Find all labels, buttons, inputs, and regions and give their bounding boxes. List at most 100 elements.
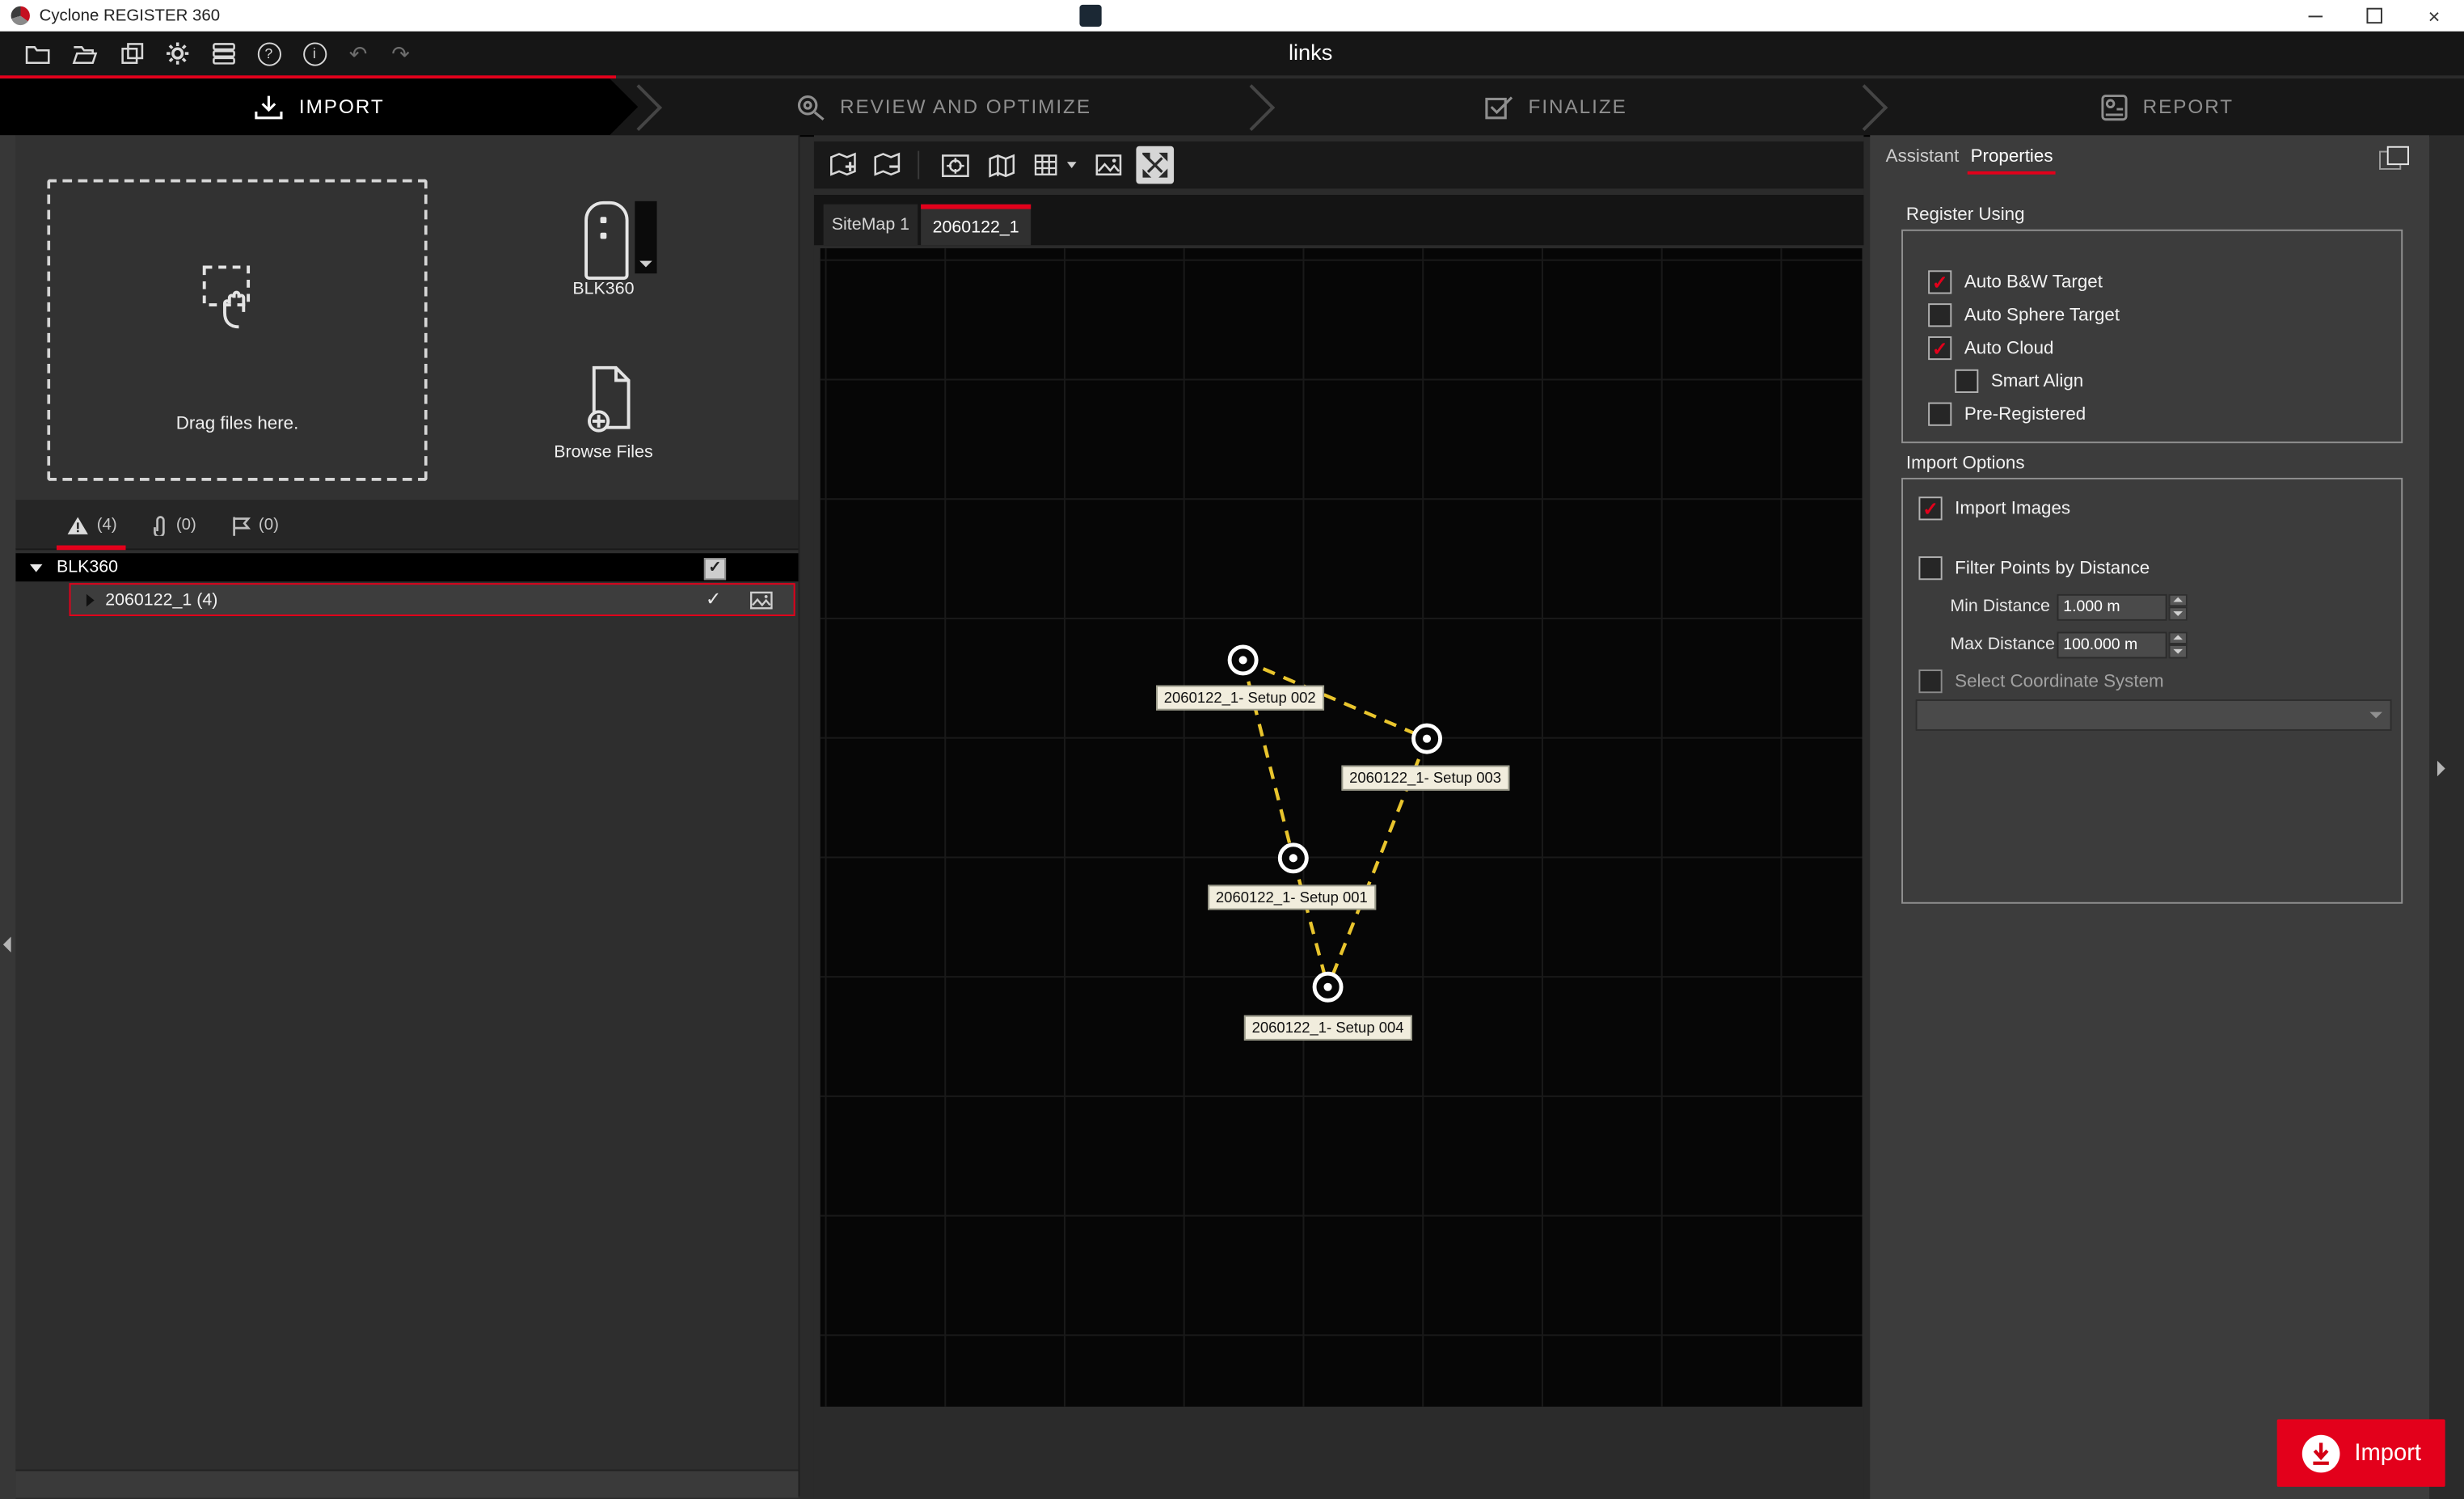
max-distance-stepper[interactable]: [2169, 631, 2188, 657]
drop-zone[interactable]: Drag files here.: [47, 179, 427, 481]
import-source-panel: Drag files here. BLK360 Browse Files (4)…: [15, 135, 800, 1496]
import-button[interactable]: Import: [2277, 1419, 2445, 1487]
checkbox-checked[interactable]: ✓: [1928, 270, 1951, 293]
workflow-step-review[interactable]: REVIEW AND OPTIMIZE: [644, 78, 1242, 135]
workflow-step-import[interactable]: IMPORT: [0, 78, 638, 135]
left-collapse-gutter[interactable]: [0, 135, 15, 1499]
checkbox-unchecked[interactable]: [1928, 403, 1951, 426]
target-view-button[interactable]: [937, 146, 975, 184]
project-title: links: [1255, 40, 1365, 65]
tab-warnings[interactable]: (4): [50, 500, 132, 550]
coordinate-system-dropdown[interactable]: [1916, 699, 2392, 731]
tree-item-label: 2060122_1 (4): [105, 590, 217, 609]
tab-assistant[interactable]: Assistant: [1886, 148, 1960, 167]
tab-2060122-1[interactable]: 2060122_1: [921, 205, 1031, 246]
checkbox-unchecked[interactable]: [1928, 303, 1951, 327]
sitemap-tab-bar: SiteMap 1 2060122_1: [814, 195, 1864, 245]
checkbox-unchecked[interactable]: [1955, 369, 1978, 393]
min-distance-input[interactable]: [2057, 593, 2167, 620]
duplicate-button[interactable]: [116, 40, 148, 68]
device-selector-dropdown[interactable]: [635, 201, 656, 273]
setup-label[interactable]: 2060122_1- Setup 004: [1244, 1016, 1411, 1041]
setup-label[interactable]: 2060122_1- Setup 003: [1341, 766, 1508, 791]
tab-attachments[interactable]: (0): [132, 500, 213, 550]
minimize-button[interactable]: [2285, 0, 2344, 32]
tab-flags[interactable]: (0): [213, 500, 295, 550]
blk360-device-icon[interactable]: [584, 201, 628, 280]
map-icon: [988, 154, 1015, 177]
save-project-button[interactable]: [70, 40, 101, 68]
map-view-button[interactable]: [982, 146, 1020, 184]
workflow-step-report[interactable]: REPORT: [1870, 78, 2464, 135]
image-icon: [1095, 154, 1121, 176]
review-icon: [795, 93, 826, 121]
expand-right-icon: [2437, 761, 2445, 776]
tree-root-checkbox[interactable]: ✓: [704, 558, 726, 580]
checkbox-checked[interactable]: ✓: [1918, 496, 1942, 520]
min-distance-stepper[interactable]: [2169, 593, 2188, 620]
checkbox-unchecked[interactable]: [1918, 556, 1942, 580]
about-button[interactable]: i: [298, 40, 330, 68]
check-icon: ✓: [708, 561, 721, 576]
properties-panel: Assistant Properties Register Using ✓ Au…: [1870, 135, 2429, 1499]
grid-options-caret-icon[interactable]: [1067, 162, 1077, 168]
option-auto-sphere-target[interactable]: Auto Sphere Target: [1903, 298, 2401, 331]
stepper-up-button[interactable]: [2169, 593, 2188, 607]
tree-item-row-selected[interactable]: 2060122_1 (4) ✓: [70, 583, 795, 616]
panel-layout-button[interactable]: [2379, 146, 2407, 168]
sitemap-add-button[interactable]: [825, 146, 863, 184]
sitemap-canvas[interactable]: 2060122_1- Setup 002 2060122_1- Setup 00…: [821, 248, 1863, 1407]
minimize-icon: [2308, 15, 2322, 16]
tab-sitemap-1[interactable]: SiteMap 1: [824, 205, 918, 246]
right-collapse-gutter[interactable]: [2429, 135, 2464, 1499]
open-project-button[interactable]: [22, 40, 53, 68]
setup-003-marker: [1414, 725, 1441, 752]
setup-label[interactable]: 2060122_1- Setup 001: [1208, 885, 1375, 910]
warning-icon: [65, 515, 89, 535]
checkbox-unchecked[interactable]: [1918, 669, 1942, 693]
taskbar-center-icon: [1079, 5, 1101, 27]
app-logo-icon: [11, 6, 30, 25]
storage-button[interactable]: [208, 40, 239, 68]
checkbox-checked[interactable]: ✓: [1928, 336, 1951, 360]
show-links-toggle[interactable]: [1136, 146, 1174, 184]
tree-root-row[interactable]: BLK360 ✓: [15, 553, 798, 581]
max-distance-input[interactable]: [2057, 631, 2167, 657]
main-toolbar: ? i ↶ ↷ links: [0, 32, 2464, 75]
option-label: Import Images: [1955, 499, 2070, 517]
redo-button[interactable]: ↷: [385, 40, 416, 68]
grid-toggle-button[interactable]: [1027, 146, 1065, 184]
maximize-button[interactable]: [2344, 0, 2404, 32]
caret-right-icon[interactable]: [86, 593, 95, 606]
option-pre-registered[interactable]: Pre-Registered: [1903, 398, 2401, 431]
stepper-up-button[interactable]: [2169, 631, 2188, 644]
stepper-down-button[interactable]: [2169, 606, 2188, 620]
help-button[interactable]: ?: [253, 40, 285, 68]
layout-front-icon: [2387, 146, 2409, 165]
workflow-step-finalize[interactable]: FINALIZE: [1257, 78, 1854, 135]
option-smart-align[interactable]: Smart Align: [1903, 365, 2401, 398]
close-button[interactable]: ×: [2404, 0, 2464, 32]
drag-hand-icon: [201, 264, 276, 334]
file-plus-icon: [584, 365, 638, 434]
setup-label[interactable]: 2060122_1- Setup 002: [1156, 686, 1323, 711]
option-auto-cloud[interactable]: ✓ Auto Cloud: [1903, 331, 2401, 365]
option-label: Auto Sphere Target: [1964, 306, 2120, 324]
undo-button[interactable]: ↶: [343, 40, 374, 68]
sitemap-remove-button[interactable]: [869, 146, 907, 184]
folder-icon: [25, 42, 50, 64]
option-select-coordinate-system[interactable]: Select Coordinate System: [1903, 665, 2401, 698]
option-import-images[interactable]: ✓ Import Images: [1903, 492, 2401, 525]
browse-files-button[interactable]: [584, 365, 638, 434]
stepper-down-button[interactable]: [2169, 644, 2188, 658]
image-target-icon: [941, 154, 969, 177]
option-filter-points[interactable]: Filter Points by Distance: [1903, 551, 2401, 585]
image-toggle-button[interactable]: [1089, 146, 1127, 184]
tab-properties[interactable]: Properties: [1971, 148, 2053, 167]
caret-down-icon[interactable]: [30, 564, 43, 572]
min-distance-row: Min Distance: [1903, 591, 2401, 623]
option-auto-bw-target[interactable]: ✓ Auto B&W Target: [1903, 266, 2401, 299]
option-label: Auto Cloud: [1964, 339, 2054, 357]
settings-button[interactable]: [162, 40, 193, 68]
setup-002-marker: [1230, 647, 1256, 673]
